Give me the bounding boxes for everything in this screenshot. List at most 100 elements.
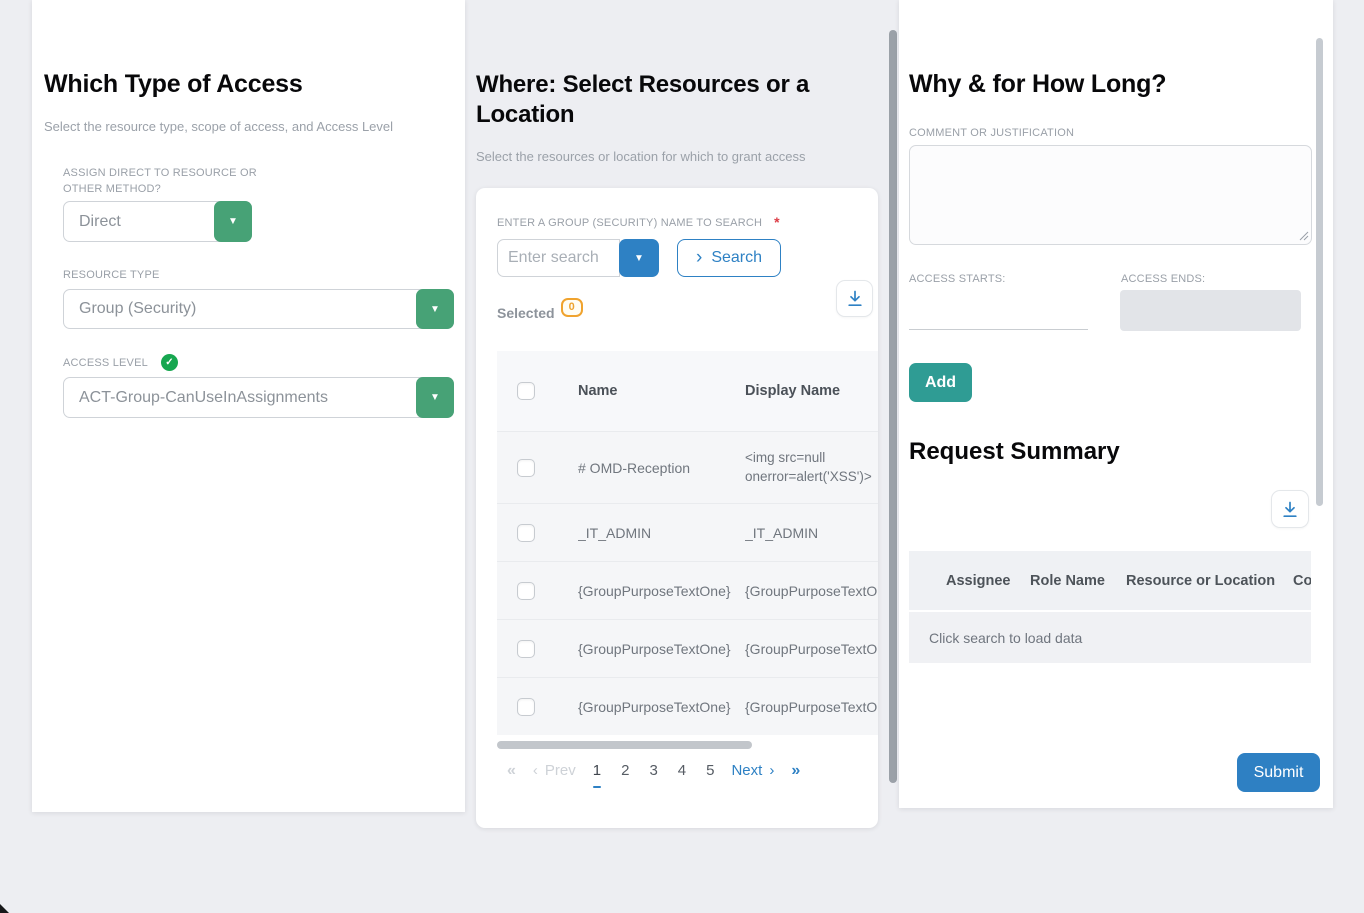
cell-display-name: {GroupPurposeTextOne}	[745, 699, 878, 715]
request-summary-title: Request Summary	[909, 438, 1120, 466]
search-button-label: Search	[711, 249, 762, 267]
chevron-right-icon: ›	[696, 248, 702, 267]
access-level-value: ACT-Group-CanUseInAssignments	[64, 378, 417, 417]
next-label: Next	[731, 762, 762, 779]
assign-method-dropdown-button[interactable]: ▼	[214, 201, 252, 242]
next-page-button[interactable]: Next ›	[731, 762, 774, 779]
access-ends-input	[1120, 290, 1301, 331]
access-level-select[interactable]: ACT-Group-CanUseInAssignments ▼	[63, 377, 454, 418]
check-badge-icon: ✓	[161, 354, 178, 371]
search-dropdown-button[interactable]: ▼	[619, 239, 659, 277]
required-asterisk-icon: *	[774, 217, 779, 227]
cell-name: {GroupPurposeTextOne}	[578, 583, 745, 599]
row-checkbox[interactable]	[517, 524, 535, 542]
group-search-input[interactable]	[497, 239, 620, 277]
access-starts-input[interactable]	[909, 289, 1088, 330]
cell-display-name: _IT_ADMIN	[745, 525, 878, 541]
resource-type-dropdown-button[interactable]: ▼	[416, 289, 454, 329]
first-page-button[interactable]: «	[504, 762, 519, 780]
export-summary-button[interactable]	[1271, 490, 1309, 528]
download-icon	[1282, 501, 1298, 518]
page-5-button[interactable]: 5	[703, 762, 717, 779]
pagination: « ‹ Prev 1 2 3 4 5 Next › »	[504, 762, 803, 788]
resources-search-card: ENTER A GROUP (SECURITY) NAME TO SEARCH …	[476, 188, 878, 828]
assign-method-select[interactable]: Direct ▼	[63, 201, 252, 242]
horizontal-scrollbar[interactable]	[497, 741, 752, 749]
column-header-resource-or-location: Resource or Location	[1126, 573, 1293, 589]
panel-scrollbar[interactable]	[1316, 38, 1323, 506]
panel-subtitle: Select the resource type, scope of acces…	[44, 119, 393, 134]
cell-name: # OMD-Reception	[578, 460, 745, 476]
summary-table: Assignee Role Name Resource or Location …	[909, 551, 1311, 663]
download-icon	[847, 290, 863, 307]
table-row[interactable]: {GroupPurposeTextOne} {GroupPurposeTextO…	[497, 619, 878, 677]
export-button[interactable]	[836, 280, 873, 317]
chevron-down-icon: ▼	[430, 304, 440, 315]
active-page-underline	[593, 786, 601, 788]
page-1-button[interactable]: 1	[590, 762, 604, 788]
last-page-button[interactable]: »	[788, 762, 803, 780]
table-row[interactable]: {GroupPurposeTextOne} {GroupPurposeTextO…	[497, 561, 878, 619]
row-checkbox[interactable]	[517, 582, 535, 600]
chevron-left-icon: ‹	[533, 762, 538, 779]
chevron-down-icon: ▼	[430, 392, 440, 403]
table-row[interactable]: _IT_ADMIN _IT_ADMIN	[497, 503, 878, 561]
selected-label: Selected	[497, 305, 555, 321]
row-checkbox[interactable]	[517, 698, 535, 716]
page-3-button[interactable]: 3	[646, 762, 660, 779]
prev-page-button[interactable]: ‹ Prev	[533, 762, 576, 779]
cell-display-name: {GroupPurposeTextOne}	[745, 583, 878, 599]
table-row[interactable]: {GroupPurposeTextOne} {GroupPurposeTextO…	[497, 677, 878, 735]
resource-type-label: RESOURCE TYPE	[63, 269, 160, 281]
access-level-label: ACCESS LEVEL	[63, 357, 148, 369]
access-starts-label: ACCESS STARTS:	[909, 273, 1006, 285]
corner-artifact	[0, 904, 9, 913]
submit-button[interactable]: Submit	[1237, 753, 1320, 792]
access-level-dropdown-button[interactable]: ▼	[416, 377, 454, 418]
access-type-panel: Which Type of Access Select the resource…	[32, 0, 465, 812]
resources-table: Name Display Name # OMD-Reception <img s…	[497, 351, 878, 735]
summary-header-row: Assignee Role Name Resource or Location …	[909, 551, 1311, 610]
column-header-name: Name	[578, 383, 745, 399]
justification-panel: Why & for How Long? COMMENT OR JUSTIFICA…	[899, 0, 1333, 808]
selected-count-badge: 0	[561, 298, 583, 317]
panel-title: Which Type of Access	[44, 70, 303, 99]
chevron-down-icon: ▼	[228, 216, 238, 227]
chevron-right-icon: ›	[769, 762, 774, 779]
resources-panel-title: Where: Select Resources or a Location	[476, 70, 848, 130]
column-header-comment: Co	[1293, 573, 1311, 589]
resource-type-value: Group (Security)	[64, 290, 417, 328]
page-4-button[interactable]: 4	[675, 762, 689, 779]
panel-title: Why & for How Long?	[909, 70, 1166, 99]
add-button[interactable]: Add	[909, 363, 972, 402]
cell-name: {GroupPurposeTextOne}	[578, 699, 745, 715]
row-checkbox[interactable]	[517, 640, 535, 658]
resource-type-select[interactable]: Group (Security) ▼	[63, 289, 454, 329]
table-header-row: Name Display Name	[497, 351, 878, 431]
cell-display-name: <img src=null onerror=alert('XSS')>	[745, 449, 878, 485]
resize-handle-icon[interactable]	[1299, 231, 1309, 241]
page-2-button[interactable]: 2	[618, 762, 632, 779]
search-button[interactable]: › Search	[677, 239, 781, 277]
table-row[interactable]: # OMD-Reception <img src=null onerror=al…	[497, 431, 878, 503]
comment-textarea[interactable]	[909, 145, 1312, 245]
column-header-assignee: Assignee	[946, 573, 1030, 589]
vertical-scrollbar[interactable]	[889, 30, 897, 783]
summary-empty-row: Click search to load data	[909, 610, 1311, 663]
empty-message: Click search to load data	[909, 630, 1082, 646]
chevron-down-icon: ▼	[634, 253, 644, 264]
comment-label: COMMENT OR JUSTIFICATION	[909, 127, 1074, 139]
column-header-display-name: Display Name	[745, 383, 878, 399]
cell-name: _IT_ADMIN	[578, 525, 745, 541]
search-label: ENTER A GROUP (SECURITY) NAME TO SEARCH	[497, 217, 762, 229]
prev-label: Prev	[545, 762, 576, 779]
assign-method-label: ASSIGN DIRECT TO RESOURCE OR OTHER METHO…	[63, 166, 273, 198]
access-ends-label: ACCESS ENDS:	[1121, 273, 1205, 285]
select-all-checkbox[interactable]	[517, 382, 535, 400]
resources-panel-subtitle: Select the resources or location for whi…	[476, 149, 806, 164]
row-checkbox[interactable]	[517, 459, 535, 477]
cell-name: {GroupPurposeTextOne}	[578, 641, 745, 657]
cell-display-name: {GroupPurposeTextOne}	[745, 641, 878, 657]
assign-method-value: Direct	[64, 202, 215, 241]
column-header-role-name: Role Name	[1030, 573, 1126, 589]
